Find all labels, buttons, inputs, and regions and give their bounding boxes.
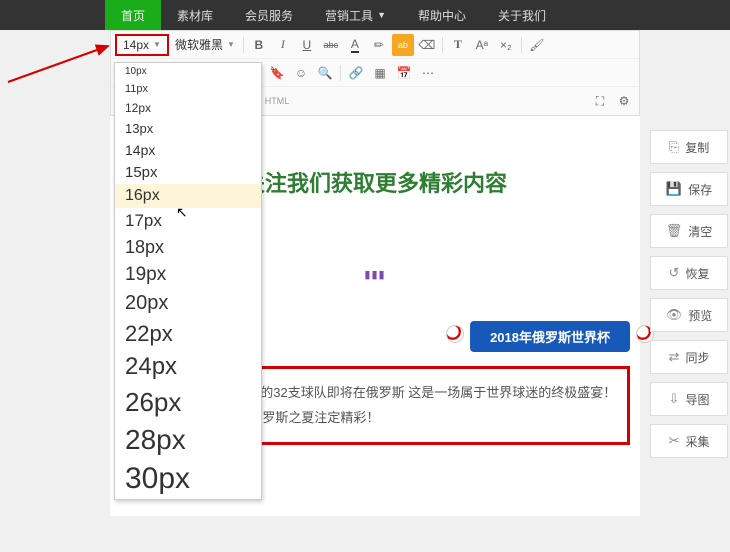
- font-size-option[interactable]: 19px: [115, 261, 261, 289]
- font-family-selector[interactable]: 微软雅黑▼: [171, 36, 239, 53]
- banner-title: 2018年俄罗斯世界杯: [470, 321, 630, 352]
- font-size-option[interactable]: 10px: [115, 63, 261, 80]
- font-size-option[interactable]: 15px: [115, 161, 261, 184]
- date-button[interactable]: 📅: [393, 62, 415, 84]
- restore-button[interactable]: ↺恢复: [650, 256, 728, 290]
- font-size-selector[interactable]: 14px▼: [115, 34, 169, 56]
- font-size-option[interactable]: 28px: [115, 421, 261, 459]
- table-button[interactable]: ▦: [369, 62, 391, 84]
- caret-down-icon: ▼: [153, 40, 161, 49]
- clear-button[interactable]: 🗑清空: [650, 214, 728, 248]
- font-size-option[interactable]: 17px: [115, 208, 261, 234]
- font-size-option[interactable]: 26px: [115, 384, 261, 421]
- copy-icon: ⎘: [669, 139, 679, 155]
- font-size-option[interactable]: 30px: [115, 459, 261, 499]
- top-nav: 首页 素材库 会员服务 营销工具▼ 帮助中心 关于我们: [0, 0, 730, 30]
- collect-button[interactable]: ✂采集: [650, 424, 728, 458]
- font-size-option[interactable]: 20px: [115, 289, 261, 318]
- clear-format-button[interactable]: ⌫: [416, 34, 438, 56]
- text-style-button[interactable]: T: [447, 34, 469, 56]
- italic-button[interactable]: I: [272, 34, 294, 56]
- font-size-option[interactable]: 22px: [115, 318, 261, 350]
- search-button[interactable]: 🔍: [314, 62, 336, 84]
- restore-icon: ↺: [669, 265, 680, 281]
- html-button[interactable]: HTML: [266, 90, 288, 112]
- format-brush-button[interactable]: 🖌: [526, 34, 548, 56]
- font-color-button[interactable]: A: [344, 34, 366, 56]
- bold-button[interactable]: B: [248, 34, 270, 56]
- link-button[interactable]: 🔗: [345, 62, 367, 84]
- emoji-button[interactable]: ☺: [290, 62, 312, 84]
- font-size-dropdown: 10px11px12px13px14px15px16px17px18px19px…: [114, 62, 262, 500]
- export-icon: ⇩: [669, 391, 680, 407]
- sidebar: ⎘复制 💾保存 🗑清空 ↺恢复 👁预览 ⇄同步 ⇩导图 ✂采集: [650, 130, 728, 458]
- save-icon: 💾: [666, 181, 682, 197]
- copy-button[interactable]: ⎘复制: [650, 130, 728, 164]
- sync-button[interactable]: ⇄同步: [650, 340, 728, 374]
- caret-down-icon: ▼: [377, 10, 386, 20]
- more-button[interactable]: ⋯: [417, 62, 439, 84]
- superscript-button[interactable]: ×₂: [495, 34, 517, 56]
- fullscreen-button[interactable]: ⛶: [589, 90, 611, 112]
- preview-button[interactable]: 👁预览: [650, 298, 728, 332]
- font-size-option[interactable]: 11px: [115, 80, 261, 98]
- soccer-ball-icon: [446, 325, 464, 343]
- nav-home[interactable]: 首页: [105, 0, 161, 30]
- export-button[interactable]: ⇩导图: [650, 382, 728, 416]
- settings-button[interactable]: ⚙: [613, 90, 635, 112]
- font-size-option[interactable]: 16px: [115, 184, 261, 208]
- font-size-option[interactable]: 13px: [115, 118, 261, 139]
- font-size-option[interactable]: 12px: [115, 98, 261, 118]
- font-size-option[interactable]: 18px: [115, 234, 261, 261]
- sync-icon: ⇄: [669, 349, 680, 365]
- nav-help[interactable]: 帮助中心: [402, 0, 482, 30]
- trash-icon: 🗑: [666, 223, 683, 239]
- caret-down-icon: ▼: [227, 40, 235, 49]
- eye-icon: 👁: [666, 307, 683, 323]
- nav-marketing[interactable]: 营销工具▼: [309, 0, 402, 30]
- font-size-option[interactable]: 24px: [115, 350, 261, 384]
- font-size-option[interactable]: 14px: [115, 139, 261, 161]
- strike-button[interactable]: abc: [320, 34, 342, 56]
- font-case-button[interactable]: Aᵃ: [471, 34, 493, 56]
- nav-member[interactable]: 会员服务: [229, 0, 309, 30]
- bg-color-button[interactable]: ✏: [368, 34, 390, 56]
- highlight-button[interactable]: ab: [392, 34, 414, 56]
- collect-icon: ✂: [669, 433, 680, 449]
- nav-about[interactable]: 关于我们: [482, 0, 562, 30]
- underline-button[interactable]: U: [296, 34, 318, 56]
- save-button[interactable]: 💾保存: [650, 172, 728, 206]
- nav-library[interactable]: 素材库: [161, 0, 229, 30]
- bookmark-button[interactable]: 🔖: [266, 62, 288, 84]
